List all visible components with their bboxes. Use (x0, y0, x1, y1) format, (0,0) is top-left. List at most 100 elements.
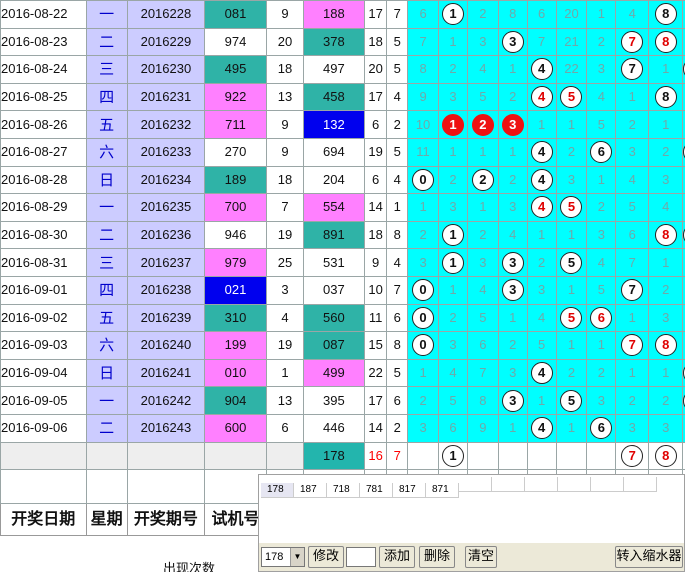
draw-number: 560 (303, 303, 365, 333)
sum-value: 14 (363, 193, 388, 222)
sum-value: 17 (363, 0, 388, 29)
tail-value: 1 (386, 193, 409, 222)
hit-ball: 8 (654, 444, 677, 467)
trend-cell: 2 (648, 275, 684, 305)
table-row[interactable]: 2016-08-22一2016228081918817761286201481 (0, 0, 685, 29)
hit-ball: 5 (560, 306, 583, 329)
clear-button[interactable]: 清空 (465, 546, 497, 568)
hit-ball: 1 (441, 3, 464, 26)
trend-cell: 8 (648, 220, 684, 250)
empty-cell (85, 469, 128, 505)
test-number: 700 (204, 193, 267, 222)
trend-cell: 3 (497, 110, 528, 139)
number-input[interactable] (346, 547, 376, 567)
trend-cell: 3 (466, 27, 499, 57)
number-select[interactable]: 178 ▼ (261, 547, 305, 567)
period-number: 2016229 (126, 27, 206, 57)
trend-cell: 1 (497, 413, 528, 443)
draw-number: 554 (303, 193, 365, 222)
table-row[interactable]: 2016-08-26五201623271191326210123115212 (0, 110, 685, 139)
trend-cell: 8 (648, 27, 684, 57)
number-list-item[interactable]: 718 (327, 483, 360, 498)
number-list-item[interactable]: 781 (360, 483, 393, 498)
number-list-item[interactable]: 187 (294, 483, 327, 498)
weekday: 一 (85, 193, 128, 222)
trend-cell: 1 (438, 110, 468, 139)
tail-value: 7 (386, 0, 409, 29)
sum-value: 18 (363, 27, 388, 57)
table-row[interactable]: 2016-09-05一2016242904133951762583153229 (0, 386, 685, 415)
draw-date: 2016-08-27 (0, 137, 87, 167)
draw-date: 2016-09-05 (0, 386, 87, 415)
trend-cell: 6 (615, 220, 650, 250)
trend-cell: 3 (438, 82, 468, 112)
tail-value: 6 (386, 386, 409, 415)
sum-value: 6 (363, 165, 388, 195)
chevron-down-icon[interactable]: ▼ (290, 548, 304, 566)
footer-cell (586, 441, 617, 471)
table-row[interactable]: 2016-08-24三20162304951849720582414223719 (0, 55, 685, 84)
footer-sum: 16 (363, 441, 388, 471)
number-list-item[interactable]: 871 (426, 483, 459, 498)
trend-cell: 1 (555, 331, 588, 360)
trend-cell: 4 (526, 55, 557, 84)
test-number: 310 (204, 303, 267, 333)
footer-cell (526, 441, 557, 471)
table-row[interactable]: 2016-09-01四201623802130371070143315722 (0, 275, 685, 305)
number-list-item[interactable]: 817 (393, 483, 426, 498)
trend-cell: 4 (497, 220, 528, 250)
footer-cell: 8 (648, 441, 684, 471)
table-row[interactable]: 2016-08-23二20162299742037818571337212782 (0, 27, 685, 57)
number-list-item[interactable]: 178 (261, 483, 294, 498)
tail-value: 4 (386, 165, 409, 195)
trend-cell: 1 (407, 193, 440, 222)
sum-value: 20 (363, 55, 388, 84)
hit-ball: 3 (501, 30, 524, 53)
edit-button[interactable]: 修改 (308, 546, 344, 568)
table-row[interactable]: 2016-08-30二2016236946198911882124113689 (0, 220, 685, 250)
trend-cell: 1 (555, 413, 588, 443)
trend-cell: 2 (555, 137, 588, 167)
shrink-button[interactable]: 转入缩水器 (615, 546, 683, 568)
table-row[interactable]: 2016-09-02五201623931045601160251456133 (0, 303, 685, 333)
hit-ball: 3 (501, 251, 524, 274)
span-value: 20 (265, 27, 305, 57)
hit-ball: 1 (441, 444, 464, 467)
draw-number: 458 (303, 82, 365, 112)
draw-date: 2016-08-29 (0, 193, 87, 222)
number-list[interactable]: 178 187 718 781 817 871 (261, 477, 684, 541)
table-row[interactable]: 2016-09-04日201624101014992251473422119 (0, 358, 685, 388)
trend-cell: 6 (526, 0, 557, 29)
footer-tail: 7 (386, 441, 409, 471)
draw-date: 2016-09-01 (0, 275, 87, 305)
number-select-value: 178 (265, 551, 284, 563)
table-row[interactable]: 2016-08-31三201623797925531943133254711 (0, 248, 685, 277)
period-number: 2016241 (126, 358, 206, 388)
number-list-empty (525, 477, 558, 492)
span-value: 6 (265, 413, 305, 443)
add-button[interactable]: 添加 (379, 546, 415, 568)
trend-cell: 1 (438, 275, 468, 305)
trend-cell: 2 (586, 358, 617, 388)
weekday: 日 (85, 358, 128, 388)
trend-cell: 5 (526, 331, 557, 360)
trend-cell: 4 (526, 303, 557, 333)
draw-date: 2016-08-28 (0, 165, 87, 195)
trend-cell: 2 (466, 165, 499, 195)
table-row[interactable]: 2016-08-27六2016233270969419511111426329 (0, 137, 685, 167)
table-row[interactable]: 2016-08-25四2016231922134581749352454181 (0, 82, 685, 112)
sum-value: 19 (363, 137, 388, 167)
table-row[interactable]: 2016-09-06二201624360064461423691416331 (0, 413, 685, 443)
trend-cell: 5 (555, 193, 588, 222)
period-number: 2016234 (126, 165, 206, 195)
table-row[interactable]: 2016-08-29一201623570075541411313452542 (0, 193, 685, 222)
table-row[interactable]: 2016-08-28日201623418918204640222431431 (0, 165, 685, 195)
trend-cell: 7 (615, 27, 650, 57)
number-list-empty (558, 477, 591, 492)
draw-number: 378 (303, 27, 365, 57)
period-number: 2016235 (126, 193, 206, 222)
tail-value: 7 (386, 275, 409, 305)
table-row[interactable]: 2016-09-03六2016240199190871580362511784 (0, 331, 685, 360)
trend-cell: 20 (555, 0, 588, 29)
delete-button[interactable]: 删除 (419, 546, 455, 568)
